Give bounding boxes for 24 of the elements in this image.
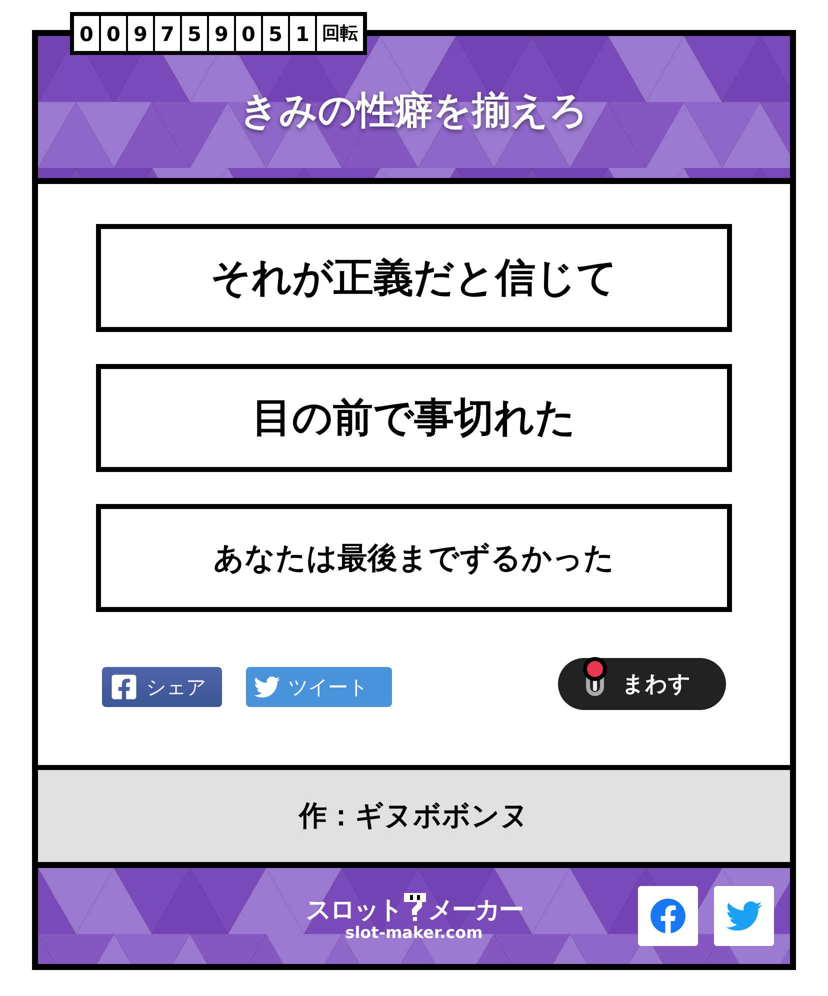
counter-digit: 0 bbox=[74, 16, 99, 51]
counter-digit: 1 bbox=[290, 16, 315, 51]
social-link-button[interactable] bbox=[714, 886, 774, 946]
slot-title: きみの性癖を揃えろ bbox=[240, 86, 588, 134]
bird-icon bbox=[254, 674, 280, 700]
counter-digit: 7 bbox=[155, 16, 180, 51]
site-logo[interactable]: スロット メーカー slot-maker.com bbox=[306, 892, 522, 940]
counter-digit: 9 bbox=[128, 16, 153, 51]
counter-digit: 9 bbox=[209, 16, 234, 51]
counter-digit: 0 bbox=[236, 16, 261, 51]
author-credit: 作：ギヌボボンヌ bbox=[299, 798, 529, 834]
slot-machine-icon bbox=[403, 892, 427, 922]
social-link-button[interactable] bbox=[638, 886, 698, 946]
reel-box: 目の前で事切れた bbox=[96, 364, 732, 472]
spin-button[interactable]: まわす bbox=[558, 658, 726, 710]
letter-f-icon bbox=[110, 673, 138, 701]
lever-icon bbox=[581, 657, 609, 699]
reel-box: それが正義だと信じて bbox=[96, 224, 732, 332]
reel-box: あなたは最後までずるかった bbox=[96, 504, 732, 612]
counter-digit: 5 bbox=[263, 16, 288, 51]
counter-digit: 5 bbox=[182, 16, 207, 51]
counter-digit: 0 bbox=[101, 16, 126, 51]
counter-unit: 回転 bbox=[317, 16, 363, 51]
share-button[interactable]: シェア bbox=[102, 667, 222, 707]
